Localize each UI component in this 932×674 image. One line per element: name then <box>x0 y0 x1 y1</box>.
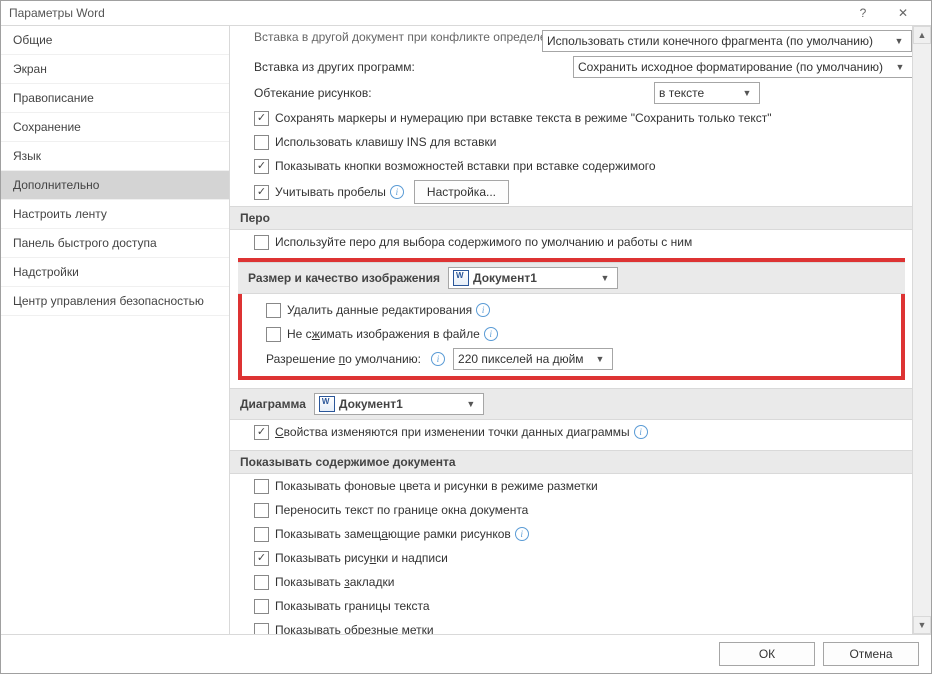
info-icon[interactable]: i <box>431 352 445 366</box>
help-button[interactable]: ? <box>843 1 883 25</box>
info-icon[interactable]: i <box>634 425 648 439</box>
info-icon[interactable]: i <box>476 303 490 317</box>
options-panel: Вставка в другой документ при конфликте … <box>230 26 913 634</box>
chart-props-label: Свойства изменяются при изменении точки … <box>275 425 630 439</box>
chevron-down-icon: ▼ <box>739 88 755 98</box>
sidebar-item[interactable]: Настроить ленту <box>1 200 229 229</box>
pen-select-label: Используйте перо для выбора содержимого … <box>275 235 692 249</box>
sidebar: ОбщиеЭкранПравописаниеСохранениеЯзыкДопо… <box>1 26 230 634</box>
ins-key-checkbox[interactable] <box>254 135 269 150</box>
content-option-label: Показывать замещающие рамки рисунков <box>275 527 511 541</box>
default-resolution-label: Разрешение по умолчанию: <box>266 352 421 366</box>
info-icon[interactable]: i <box>515 527 529 541</box>
content-option-checkbox[interactable] <box>254 527 269 542</box>
sidebar-item[interactable]: Правописание <box>1 84 229 113</box>
show-paste-options-label: Показывать кнопки возможностей вставки п… <box>275 159 656 173</box>
content-option-checkbox[interactable] <box>254 503 269 518</box>
content-option-label: Переносить текст по границе окна докумен… <box>275 503 528 517</box>
smart-paste-checkbox[interactable] <box>254 185 269 200</box>
content-option-checkbox[interactable] <box>254 599 269 614</box>
keep-bullets-checkbox[interactable] <box>254 111 269 126</box>
smart-paste-settings-button[interactable]: Настройка... <box>414 180 509 204</box>
content-option-checkbox[interactable] <box>254 551 269 566</box>
picture-wrap-dropdown[interactable]: в тексте▼ <box>654 82 760 104</box>
info-icon[interactable]: i <box>390 185 404 199</box>
titlebar: Параметры Word ? ✕ <box>1 1 931 26</box>
content-option-label: Показывать границы текста <box>275 599 430 613</box>
section-chart: Диаграмма Документ1▼ <box>230 388 913 420</box>
keep-bullets-label: Сохранять маркеры и нумерацию при вставк… <box>275 111 772 125</box>
paste-other-programs-dropdown[interactable]: Сохранить исходное форматирование (по ум… <box>573 56 913 78</box>
paste-conflict-dropdown[interactable]: Использовать стили конечного фрагмента (… <box>542 30 912 52</box>
content-option-checkbox[interactable] <box>254 623 269 635</box>
section-pen: Перо <box>230 206 913 230</box>
scroll-track[interactable] <box>913 44 931 616</box>
sidebar-item[interactable]: Панель быстрого доступа <box>1 229 229 258</box>
chevron-down-icon: ▼ <box>892 62 908 72</box>
word-doc-icon <box>453 270 469 286</box>
no-compress-checkbox[interactable] <box>266 327 281 342</box>
chart-target-dropdown[interactable]: Документ1▼ <box>314 393 484 415</box>
sidebar-item[interactable]: Экран <box>1 55 229 84</box>
cancel-button[interactable]: Отмена <box>823 642 919 666</box>
paste-conflict-label: Вставка в другой документ при конфликте … <box>254 30 534 44</box>
content-option-label: Показывать фоновые цвета и рисунки в реж… <box>275 479 598 493</box>
sidebar-item[interactable]: Надстройки <box>1 258 229 287</box>
window-title: Параметры Word <box>9 6 105 20</box>
content-option-label: Показывать закладки <box>275 575 394 589</box>
section-document-content: Показывать содержимое документа <box>230 450 913 474</box>
image-quality-target-dropdown[interactable]: Документ1▼ <box>448 267 618 289</box>
chevron-down-icon: ▼ <box>891 36 907 46</box>
chevron-down-icon: ▼ <box>463 399 479 409</box>
dialog-footer: ОК Отмена <box>1 634 931 673</box>
close-button[interactable]: ✕ <box>883 1 923 25</box>
no-compress-label: Не сжимать изображения в файле <box>287 327 480 341</box>
ok-button[interactable]: ОК <box>719 642 815 666</box>
discard-editing-data-checkbox[interactable] <box>266 303 281 318</box>
sidebar-item[interactable]: Центр управления безопасностью <box>1 287 229 316</box>
chevron-down-icon: ▼ <box>597 273 613 283</box>
highlighted-image-quality-block: Размер и качество изображения Документ1▼… <box>238 258 905 380</box>
sidebar-item[interactable]: Общие <box>1 26 229 55</box>
sidebar-item[interactable]: Язык <box>1 142 229 171</box>
dialog-window: Параметры Word ? ✕ ОбщиеЭкранПравописани… <box>0 0 932 674</box>
chart-props-checkbox[interactable] <box>254 425 269 440</box>
discard-editing-data-label: Удалить данные редактирования <box>287 303 472 317</box>
content-option-checkbox[interactable] <box>254 479 269 494</box>
default-resolution-dropdown[interactable]: 220 пикселей на дюйм▼ <box>453 348 613 370</box>
paste-other-programs-label: Вставка из других программ: <box>254 60 565 74</box>
section-image-quality: Размер и качество изображения Документ1▼ <box>238 262 905 294</box>
smart-paste-label: Учитывать пробелы <box>275 185 386 199</box>
sidebar-item[interactable]: Дополнительно <box>1 171 229 200</box>
scroll-down-button[interactable]: ▼ <box>913 616 931 634</box>
vertical-scrollbar[interactable]: ▲ ▼ <box>912 26 931 634</box>
chevron-down-icon: ▼ <box>592 354 608 364</box>
word-doc-icon <box>319 396 335 412</box>
ins-key-label: Использовать клавишу INS для вставки <box>275 135 496 149</box>
content-option-label: Показывать обрезные метки <box>275 623 434 634</box>
info-icon[interactable]: i <box>484 327 498 341</box>
show-paste-options-checkbox[interactable] <box>254 159 269 174</box>
picture-wrap-label: Обтекание рисунков: <box>254 86 654 100</box>
scroll-up-button[interactable]: ▲ <box>913 26 931 44</box>
sidebar-item[interactable]: Сохранение <box>1 113 229 142</box>
content-option-label: Показывать рисунки и надписи <box>275 551 448 565</box>
pen-select-checkbox[interactable] <box>254 235 269 250</box>
content-option-checkbox[interactable] <box>254 575 269 590</box>
